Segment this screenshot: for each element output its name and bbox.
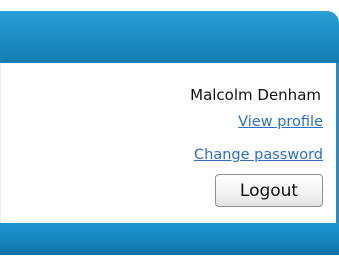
panel-footer-bar <box>0 223 339 255</box>
logout-button[interactable]: Logout <box>215 174 323 207</box>
user-account-panel: Malcolm Denham View profile Change passw… <box>0 0 339 263</box>
user-name-label: Malcolm Denham <box>190 86 321 104</box>
view-profile-link[interactable]: View profile <box>238 114 323 130</box>
panel-header-bar <box>0 11 339 63</box>
change-password-link[interactable]: Change password <box>194 147 323 163</box>
